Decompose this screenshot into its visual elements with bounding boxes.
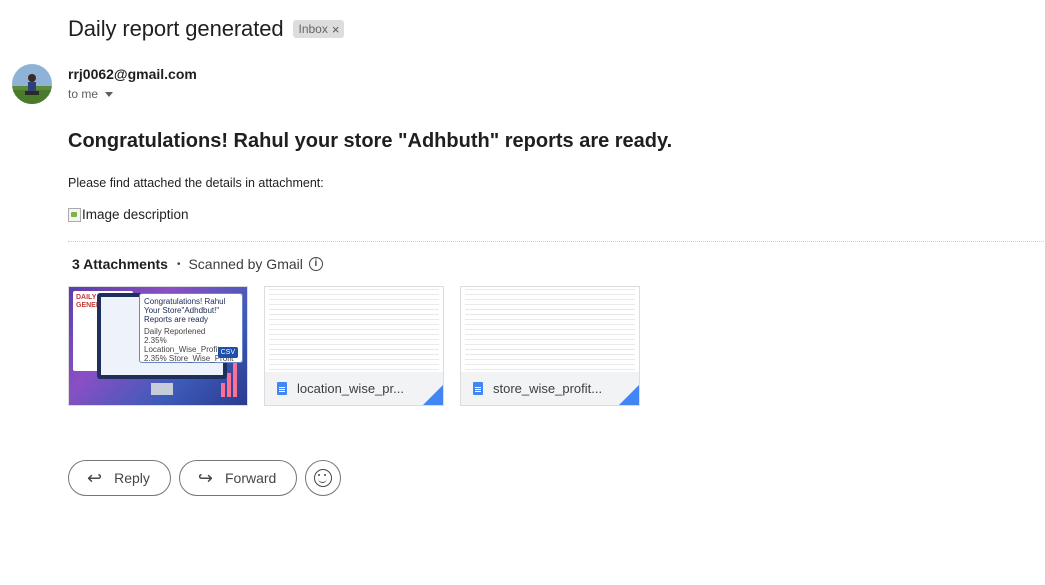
attachment-location-wise[interactable]: location_wise_pr... — [264, 286, 444, 406]
smiley-icon — [314, 469, 333, 487]
recipient-text: to me — [68, 87, 99, 101]
sender-avatar[interactable] — [12, 64, 52, 104]
email-subject: Daily report generated — [68, 16, 284, 41]
info-icon[interactable]: i — [308, 257, 323, 271]
forward-button[interactable]: ↪ Forward — [178, 460, 298, 496]
broken-image-icon — [68, 207, 81, 222]
thumb-popup-title: Congratulations! Rahul Your Store"Adhdbu… — [144, 297, 226, 324]
attachment-image-thumbnail: DAILY REPORT GENERATED Congratulations! … — [69, 287, 247, 405]
scanned-by-gmail: Scanned by Gmail — [188, 256, 303, 272]
attachment-filename: location_wise_pr... — [297, 381, 404, 396]
remove-label-icon[interactable]: × — [332, 22, 340, 37]
attachments-divider — [68, 241, 1044, 242]
email-body-text: Please find attached the details in atta… — [68, 176, 324, 190]
sender-email[interactable]: rrj0062@gmail.com — [68, 66, 197, 82]
forward-icon: ↪ — [197, 467, 213, 489]
separator-dot: • — [176, 258, 181, 270]
subject-row: Daily report generated Inbox × — [68, 16, 345, 42]
thumb-monitor-stand — [151, 383, 173, 395]
doc-corner-icon — [423, 385, 443, 405]
message-actions: ↩ Reply ↪ Forward — [68, 460, 342, 496]
attachments-count: 3 Attachments — [72, 256, 168, 272]
reply-label: Reply — [114, 470, 150, 486]
forward-label: Forward — [224, 470, 277, 486]
thumb-bar-graphic — [221, 357, 241, 397]
attachment-footer: store_wise_profit... — [461, 372, 639, 405]
sheet-grid — [269, 289, 439, 375]
image-alt-text: Image description — [82, 207, 189, 222]
inbox-label-text: Inbox — [298, 22, 328, 36]
recipient-details[interactable]: to me — [68, 87, 114, 101]
doc-icon — [277, 382, 287, 395]
doc-icon — [473, 382, 483, 395]
reply-icon: ↩ — [87, 467, 103, 489]
sheet-grid — [465, 289, 635, 375]
attachment-footer: location_wise_pr... — [265, 372, 443, 405]
reply-button[interactable]: ↩ Reply — [68, 460, 171, 496]
thumb-popup-sub: Daily Reporlened — [144, 327, 206, 336]
attachment-filename: store_wise_profit... — [493, 381, 603, 396]
inbox-label-chip[interactable]: Inbox × — [293, 20, 345, 38]
attachment-image[interactable]: DAILY REPORT GENERATED Congratulations! … — [68, 286, 248, 406]
broken-image: Image description — [68, 207, 189, 222]
attachments-header: 3 Attachments • Scanned by Gmail i — [72, 256, 323, 272]
chevron-down-icon[interactable] — [105, 91, 114, 97]
doc-corner-icon — [619, 385, 639, 405]
email-headline: Congratulations! Rahul your store "Adhbu… — [68, 130, 673, 152]
thumb-popup: Congratulations! Rahul Your Store"Adhdbu… — [139, 293, 243, 363]
attachment-store-wise[interactable]: store_wise_profit... — [460, 286, 640, 406]
emoji-reaction-button[interactable] — [305, 460, 342, 496]
